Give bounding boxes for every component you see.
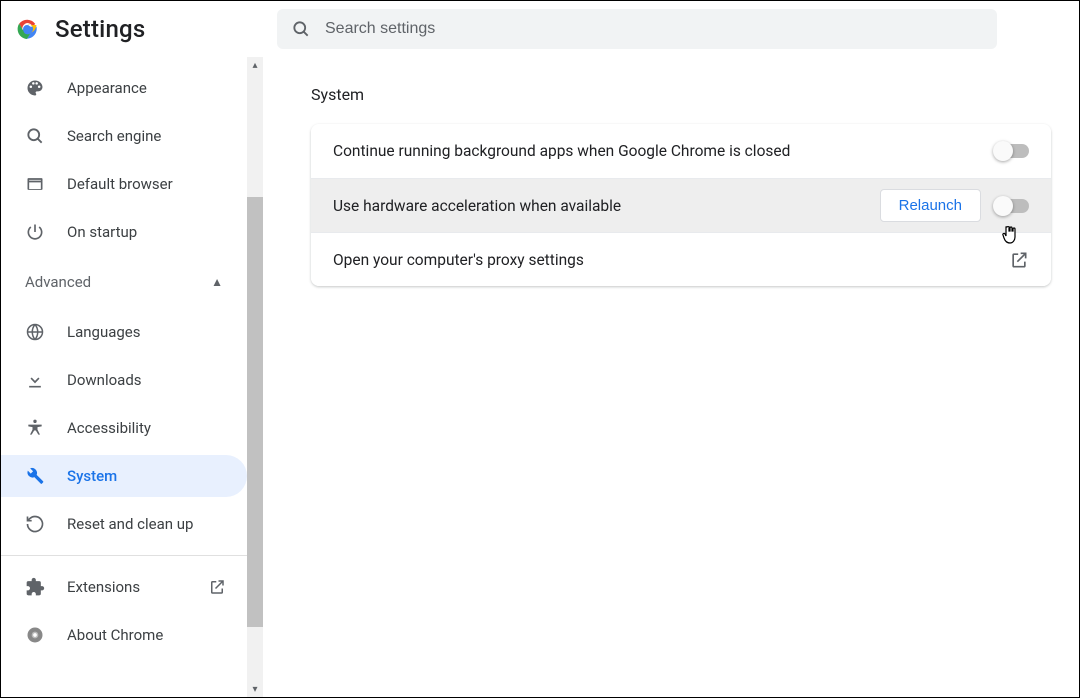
setting-label: Use hardware acceleration when available bbox=[333, 197, 866, 215]
search-icon bbox=[25, 126, 45, 146]
accessibility-icon bbox=[25, 418, 45, 438]
sidebar-item-label: Default browser bbox=[67, 175, 173, 193]
sidebar-item-label: Accessibility bbox=[67, 419, 151, 437]
sidebar-item-extensions[interactable]: Extensions bbox=[1, 566, 247, 608]
chevron-up-icon: ▲ bbox=[211, 275, 223, 289]
main-content: System Continue running background apps … bbox=[263, 57, 1079, 697]
puzzle-icon bbox=[25, 577, 45, 597]
palette-icon bbox=[25, 78, 45, 98]
sidebar-item-label: On startup bbox=[67, 223, 137, 241]
relaunch-button[interactable]: Relaunch bbox=[880, 189, 981, 222]
setting-row-bg-apps[interactable]: Continue running background apps when Go… bbox=[311, 124, 1051, 178]
sidebar-item-label: Downloads bbox=[67, 371, 142, 389]
sidebar-scrollbar[interactable]: ▴ ▾ bbox=[247, 57, 263, 697]
toggle-bg-apps[interactable] bbox=[995, 144, 1029, 158]
chrome-logo-icon bbox=[17, 19, 37, 39]
sidebar-item-label: Search engine bbox=[67, 127, 161, 145]
scroll-thumb[interactable] bbox=[247, 197, 263, 627]
setting-row-hw-accel[interactable]: Use hardware acceleration when available… bbox=[311, 178, 1051, 232]
globe-icon bbox=[25, 322, 45, 342]
download-icon bbox=[25, 370, 45, 390]
sidebar-item-downloads[interactable]: Downloads bbox=[1, 359, 247, 401]
sidebar-item-label: Languages bbox=[67, 323, 141, 341]
restore-icon bbox=[25, 514, 45, 534]
open-external-icon bbox=[207, 577, 227, 597]
sidebar-item-reset[interactable]: Reset and clean up bbox=[1, 503, 247, 545]
section-title: System bbox=[311, 85, 1059, 104]
power-icon bbox=[25, 222, 45, 242]
sidebar-item-on-startup[interactable]: On startup bbox=[1, 211, 247, 253]
sidebar-section-label: Advanced bbox=[25, 273, 91, 291]
open-external-icon bbox=[1009, 250, 1029, 270]
wrench-icon bbox=[25, 466, 45, 486]
sidebar-item-label: About Chrome bbox=[67, 626, 163, 644]
chrome-gray-icon bbox=[25, 625, 45, 645]
search-input[interactable] bbox=[325, 20, 983, 38]
sidebar-item-label: System bbox=[67, 467, 117, 485]
sidebar-divider bbox=[1, 555, 247, 556]
toggle-hw-accel[interactable] bbox=[995, 199, 1029, 213]
sidebar-item-accessibility[interactable]: Accessibility bbox=[1, 407, 247, 449]
sidebar-item-appearance[interactable]: Appearance bbox=[1, 67, 247, 109]
setting-label: Continue running background apps when Go… bbox=[333, 142, 981, 160]
setting-label: Open your computer's proxy settings bbox=[333, 251, 995, 269]
sidebar-section-advanced[interactable]: Advanced ▲ bbox=[1, 259, 247, 305]
sidebar-item-about-chrome[interactable]: About Chrome bbox=[1, 614, 247, 656]
settings-card: Continue running background apps when Go… bbox=[311, 124, 1051, 286]
browser-icon bbox=[25, 174, 45, 194]
search-icon bbox=[291, 19, 311, 39]
setting-row-proxy[interactable]: Open your computer's proxy settings bbox=[311, 232, 1051, 286]
sidebar-item-search-engine[interactable]: Search engine bbox=[1, 115, 247, 157]
scroll-down-button[interactable]: ▾ bbox=[247, 681, 263, 697]
sidebar-item-languages[interactable]: Languages bbox=[1, 311, 247, 353]
sidebar-item-label: Reset and clean up bbox=[67, 515, 193, 533]
sidebar: Appearance Search engine Default browser bbox=[1, 57, 247, 697]
scroll-up-button[interactable]: ▴ bbox=[247, 57, 263, 73]
sidebar-item-label: Extensions bbox=[67, 578, 140, 596]
sidebar-item-default-browser[interactable]: Default browser bbox=[1, 163, 247, 205]
search-settings[interactable] bbox=[277, 9, 997, 49]
page-title: Settings bbox=[55, 15, 145, 43]
sidebar-item-system[interactable]: System bbox=[1, 455, 247, 497]
sidebar-item-label: Appearance bbox=[67, 79, 147, 97]
